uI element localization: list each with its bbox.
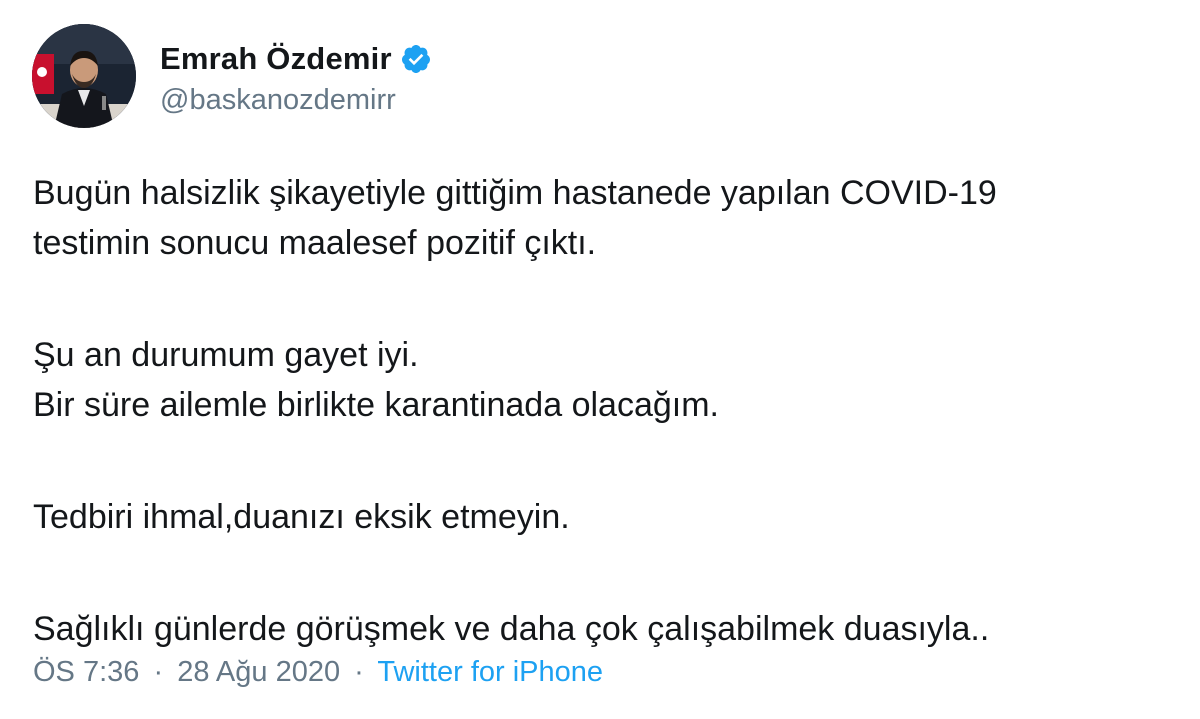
verified-badge-icon	[400, 43, 432, 75]
tweet-time[interactable]: ÖS 7:36	[33, 656, 139, 688]
tweet-line: Şu an durumum gayet iyi.	[33, 336, 419, 374]
tweet-date[interactable]: 28 Ağu 2020	[177, 656, 340, 688]
avatar-photo	[32, 24, 136, 128]
tweet-line: Bir süre ailemle birlikte karantinada ol…	[33, 386, 719, 424]
meta-separator: ·	[354, 656, 364, 688]
author-identity: Emrah Özdemir @baskanozdemirr	[160, 36, 432, 117]
author-handle[interactable]: @baskanozdemirr	[160, 84, 432, 117]
tweet-line: Tedbiri ihmal,duanızı eksik etmeyin.	[33, 498, 570, 536]
tweet-line: testimin sonucu maalesef pozitif çıktı.	[33, 224, 597, 262]
tweet-header: Emrah Özdemir @baskanozdemirr	[32, 24, 432, 128]
tweet-card: Emrah Özdemir @baskanozdemirr Bugün hals…	[0, 0, 1200, 719]
tweet-source-link[interactable]: Twitter for iPhone	[377, 656, 603, 688]
tweet-text: Bugün halsizlik şikayetiyle gittiğim has…	[33, 168, 1183, 654]
meta-separator: ·	[153, 656, 164, 688]
tweet-line: Sağlıklı günlerde görüşmek ve daha çok ç…	[33, 610, 990, 648]
tweet-line: Bugün halsizlik şikayetiyle gittiğim has…	[33, 174, 997, 212]
avatar[interactable]	[32, 24, 136, 128]
tweet-meta: ÖS 7:36 · 28 Ağu 2020 · Twitter for iPho…	[33, 656, 603, 689]
author-display-name[interactable]: Emrah Özdemir	[160, 41, 392, 77]
author-name-row: Emrah Özdemir	[160, 36, 432, 82]
